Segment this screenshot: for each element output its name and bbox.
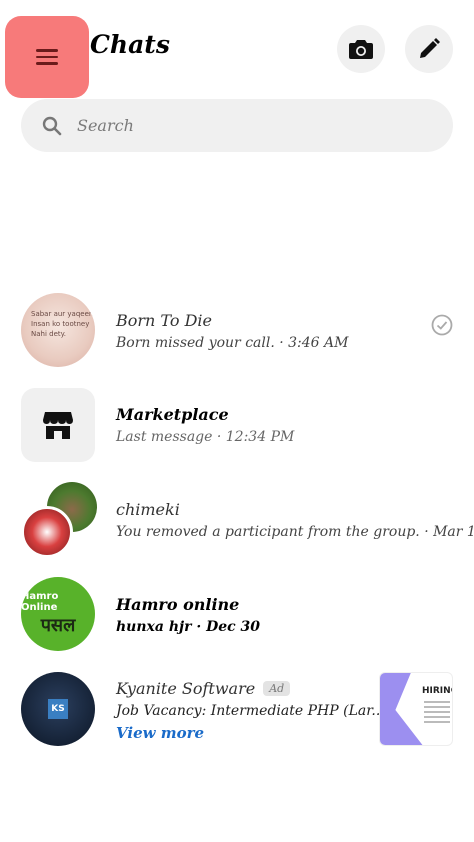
search-bar[interactable] (21, 99, 453, 152)
avatar (21, 388, 95, 462)
chat-name: Hamro online (116, 595, 240, 614)
group-avatar-member-2 (21, 506, 73, 558)
search-input[interactable] (77, 116, 417, 135)
avatar: Hamro Online पसल (21, 577, 95, 651)
ad-image-text-lines (424, 701, 450, 723)
menu-button[interactable] (5, 16, 89, 98)
chat-name: Marketplace (116, 405, 229, 424)
avatar: KS (21, 672, 95, 746)
ad-image[interactable]: HIRING (379, 672, 453, 746)
avatar: Sabar aur yaqeen Insan ko tootney Nahi d… (21, 293, 95, 367)
chat-name-line: Kyanite Software Ad (116, 679, 291, 698)
chat-row-hamro-online[interactable]: Hamro Online पसल Hamro online hunxa hjr … (0, 577, 474, 657)
seen-check-icon (431, 314, 453, 336)
hamburger-menu-icon (36, 49, 58, 65)
ad-image-shape (380, 673, 424, 745)
pencil-icon (420, 38, 440, 58)
search-icon (41, 115, 63, 137)
chat-name: chimeki (116, 500, 180, 519)
avatar-logo-text: पसल (40, 615, 76, 636)
avatar-logo-text: KS (48, 699, 68, 719)
chat-name: Kyanite Software (116, 679, 256, 698)
group-avatar (21, 482, 97, 558)
avatar-logo-text: Hamro Online (21, 591, 59, 613)
chat-preview: Job Vacancy: Intermediate PHP (Lar... (116, 703, 385, 719)
ad-image-title: HIRING (422, 686, 452, 696)
camera-button[interactable] (337, 25, 385, 73)
view-more-link[interactable]: View more (116, 724, 204, 742)
ad-badge: Ad (263, 681, 291, 696)
chat-preview: You removed a participant from the group… (116, 524, 474, 540)
sponsored-chat-row-kyanite[interactable]: KS Kyanite Software Ad Job Vacancy: Inter… (0, 672, 474, 752)
chat-preview: Last message · 12:34 PM (116, 429, 295, 445)
chat-preview: Born missed your call. · 3:46 AM (116, 335, 349, 351)
chat-row-marketplace[interactable]: Marketplace Last message · 12:34 PM (0, 388, 474, 468)
storefront-icon (43, 412, 73, 439)
chat-row-chimeki[interactable]: chimeki You removed a participant from t… (0, 482, 474, 562)
camera-icon (349, 40, 373, 59)
compose-button[interactable] (405, 25, 453, 73)
avatar-quote-text: Sabar aur yaqeen Insan ko tootney Nahi d… (31, 310, 94, 338)
chat-preview: hunxa hjr · Dec 30 (116, 619, 260, 635)
chat-row-born-to-die[interactable]: Sabar aur yaqeen Insan ko tootney Nahi d… (0, 293, 474, 373)
chat-name: Born To Die (116, 311, 212, 330)
page-title: Chats (90, 30, 170, 59)
